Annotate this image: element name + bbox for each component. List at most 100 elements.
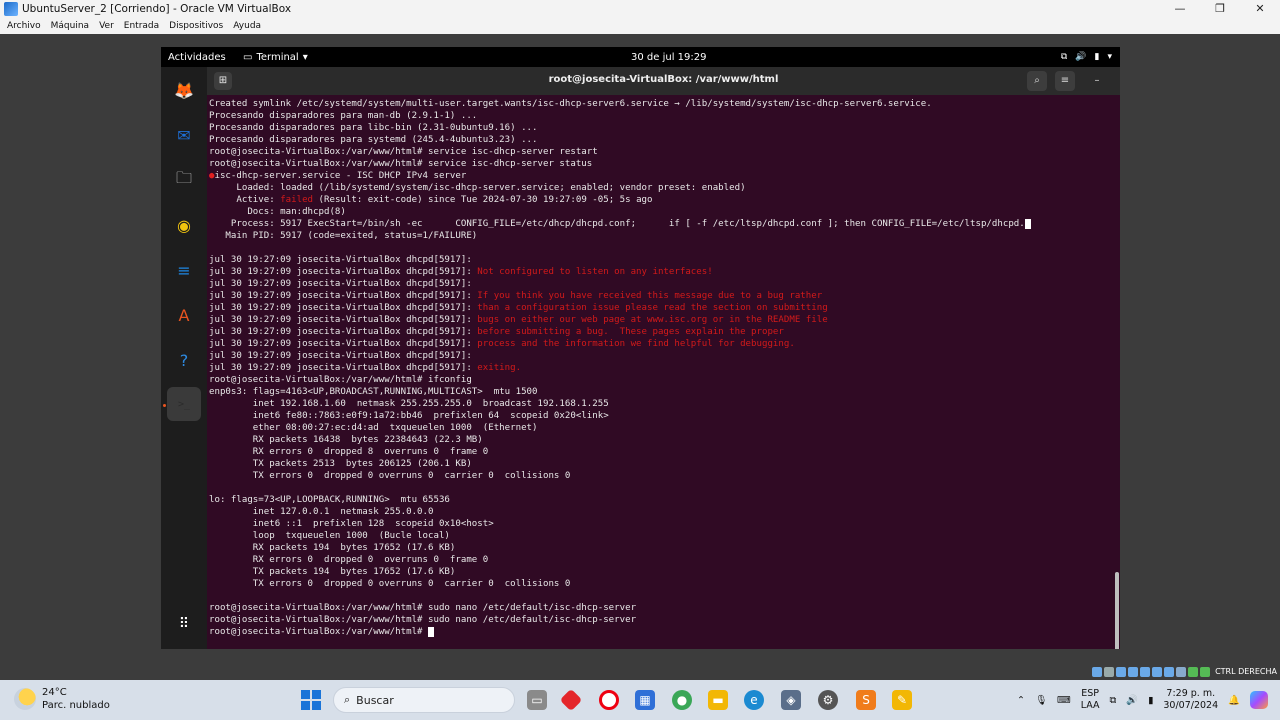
terminal-text: jul 30 19:27:09 josecita-VirtualBox dhcp… (209, 363, 478, 373)
dock-item-software[interactable]: A (167, 298, 201, 332)
terminal-text: RX errors 0 dropped 8 overruns 0 frame 0 (209, 447, 489, 457)
terminal-scrollbar[interactable] (1115, 572, 1119, 649)
volume-icon[interactable]: 🔊 (1126, 695, 1138, 706)
start-button[interactable] (301, 690, 321, 710)
guest-clock[interactable]: 30 de jul 19:29 (631, 52, 706, 63)
taskbar-search[interactable]: ⌕ Buscar (333, 687, 515, 713)
keyboard-icon[interactable]: ⌨ (1057, 695, 1071, 706)
vm-running-icon[interactable]: ✎ (892, 690, 912, 710)
guest-screen[interactable]: Actividades ▭ Terminal ▾ 30 de jul 19:29… (161, 47, 1120, 649)
terminal-text: jul 30 19:27:09 josecita-VirtualBox dhcp… (209, 351, 478, 361)
host-title-bar: UbuntuServer_2 [Corriendo] - Oracle VM V… (0, 0, 1280, 18)
terminal-text: Procesando disparadores para man-db (2.9… (209, 111, 478, 121)
weather-temp: 24°C (42, 687, 67, 698)
terminal-text: root@josecita-VirtualBox:/var/www/html# … (209, 615, 637, 625)
terminal-line: lo: flags=73<UP,LOOPBACK,RUNNING> mtu 65… (209, 494, 1114, 506)
input-language[interactable]: ESP LAA (1081, 688, 1100, 712)
terminal-text: jul 30 19:27:09 josecita-VirtualBox dhcp… (209, 279, 478, 289)
menu-archivo[interactable]: Archivo (7, 21, 41, 31)
terminal-window[interactable]: ⊞ root@josecita-VirtualBox: /var/www/htm… (207, 67, 1120, 649)
partly-cloudy-icon (14, 688, 36, 710)
app-menu-terminal[interactable]: ▭ Terminal ▾ (243, 52, 308, 63)
app-red-diamond-icon[interactable] (559, 688, 583, 712)
rhythmbox-icon: ◉ (177, 215, 191, 235)
terminal-line: ●isc-dhcp-server.service - ISC DHCP IPv4… (209, 170, 1114, 182)
windows-taskbar: 24°C Parc. nublado ⌕ Buscar ▭ ▦ ● ▬ e ◈ … (0, 680, 1280, 720)
guest-system-tray[interactable]: ⧉ 🔊 ▮ ▾ (1061, 52, 1112, 62)
notification-icon[interactable]: 🔔 (1228, 695, 1240, 706)
network-icon: ⧉ (1060, 52, 1068, 62)
terminal-output[interactable]: Created symlink /etc/systemd/system/mult… (209, 98, 1114, 646)
terminal-maximize-button[interactable]: ▫ (1113, 71, 1121, 91)
dock-item-files[interactable]: 🗀 (167, 163, 201, 197)
chrome-icon[interactable]: ● (672, 690, 692, 710)
edge-icon[interactable]: e (744, 690, 764, 710)
wifi-icon[interactable]: ⧉ (1110, 695, 1117, 706)
battery-icon[interactable]: ▮ (1148, 695, 1153, 706)
terminal-text: Loaded: loaded (/lib/systemd/system/isc-… (209, 183, 746, 193)
menu-button[interactable]: ≡ (1055, 71, 1075, 91)
terminal-text: root@josecita-VirtualBox:/var/www/html# … (209, 375, 472, 385)
maximize-button[interactable]: ❐ (1200, 0, 1240, 18)
terminal-small-icon: ▭ (243, 51, 253, 63)
chevron-down-icon: ▾ (1107, 52, 1112, 62)
error-text: process and the information we find help… (477, 339, 795, 349)
terminal-text: root@josecita-VirtualBox:/var/www/html# … (209, 603, 637, 613)
close-button[interactable]: ✕ (1240, 0, 1280, 18)
file-explorer-icon[interactable]: ▬ (708, 690, 728, 710)
activities-button[interactable]: Actividades (168, 52, 226, 63)
terminal-text: jul 30 19:27:09 josecita-VirtualBox dhcp… (209, 291, 478, 301)
minimize-button[interactable]: — (1160, 0, 1200, 18)
terminal-text: TX packets 2513 bytes 206125 (206.1 KB) (209, 459, 472, 469)
weather-desc: Parc. nublado (42, 700, 110, 711)
terminal-line: inet6 fe80::7863:e0f9:1a72:bb46 prefixle… (209, 410, 1114, 422)
terminal-line: jul 30 19:27:09 josecita-VirtualBox dhcp… (209, 302, 1114, 314)
store-icon[interactable]: ▦ (635, 690, 655, 710)
terminal-text: loop txqueuelen 1000 (Bucle local) (209, 531, 450, 541)
terminal-line: Procesando disparadores para libc-bin (2… (209, 122, 1114, 134)
virtualbox-taskbar-icon[interactable]: ◈ (781, 690, 801, 710)
show-applications-button[interactable]: ⠿ (167, 607, 201, 641)
error-text: If you think you have received this mess… (477, 291, 823, 301)
sublime-icon[interactable]: S (856, 690, 876, 710)
opera-icon[interactable] (599, 690, 619, 710)
menu-ayuda[interactable]: Ayuda (233, 21, 261, 31)
terminal-text: jul 30 19:27:09 josecita-VirtualBox dhcp… (209, 315, 478, 325)
microphone-icon[interactable]: 🎙 (1035, 695, 1047, 706)
terminal-line: Procesando disparadores para man-db (2.9… (209, 110, 1114, 122)
dock-item-terminal[interactable]: >_ (167, 387, 201, 421)
copilot-icon[interactable] (1250, 691, 1268, 709)
menu-dispositivos[interactable]: Dispositivos (169, 21, 223, 31)
error-text: than a configuration issue please read t… (477, 303, 828, 313)
dock-item-thunderbird[interactable]: ✉ (167, 118, 201, 152)
menu-ver[interactable]: Ver (99, 21, 114, 31)
dock-item-firefox[interactable]: 🦊 (167, 73, 201, 107)
terminal-text: TX errors 0 dropped 0 overruns 0 carrier… (209, 579, 571, 589)
dock-item-rhythmbox[interactable]: ◉ (167, 208, 201, 242)
terminal-text: jul 30 19:27:09 josecita-VirtualBox dhcp… (209, 255, 478, 265)
terminal-line: Loaded: loaded (/lib/systemd/system/isc-… (209, 182, 1114, 194)
search-button[interactable]: ⌕ (1027, 71, 1047, 91)
terminal-line: jul 30 19:27:09 josecita-VirtualBox dhcp… (209, 266, 1114, 278)
audio-icon (1116, 666, 1127, 677)
terminal-text: RX errors 0 dropped 0 overruns 0 frame 0 (209, 555, 489, 565)
menu-maquina[interactable]: Máquina (51, 21, 89, 31)
terminal-line: root@josecita-VirtualBox:/var/www/html# (209, 626, 1114, 638)
settings-app-icon[interactable]: ⚙ (818, 690, 838, 710)
terminal-line: enp0s3: flags=4163<UP,BROADCAST,RUNNING,… (209, 386, 1114, 398)
terminal-icon: >_ (177, 398, 191, 410)
weather-widget[interactable]: 24°C Parc. nublado (14, 686, 110, 712)
task-view-icon[interactable]: ▭ (527, 690, 547, 710)
dock-item-writer[interactable]: ≡ (167, 253, 201, 287)
terminal-line: Created symlink /etc/systemd/system/mult… (209, 98, 1114, 110)
terminal-line: jul 30 19:27:09 josecita-VirtualBox dhcp… (209, 326, 1114, 338)
dock-item-help[interactable]: ? (167, 343, 201, 377)
language-layout: LAA (1080, 700, 1100, 711)
taskbar-clock[interactable]: 7:29 p. m. 30/07/2024 (1163, 688, 1218, 712)
terminal-line: Main PID: 5917 (code=exited, status=1/FA… (209, 230, 1114, 242)
hdd-icon (1092, 666, 1103, 677)
menu-entrada[interactable]: Entrada (124, 21, 159, 31)
terminal-minimize-button[interactable]: – (1087, 71, 1107, 91)
chevron-up-icon[interactable]: ⌃ (1017, 695, 1025, 706)
